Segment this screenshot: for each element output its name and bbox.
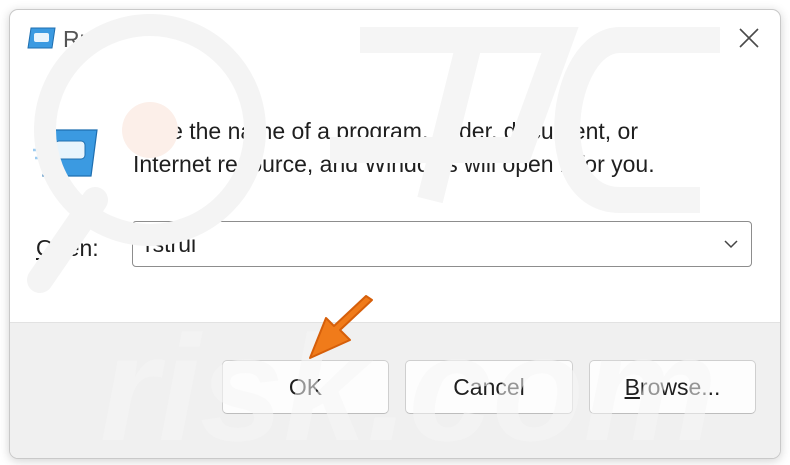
run-app-icon [33, 129, 98, 177]
open-label-text: pen: [53, 235, 99, 261]
instruction-line-1: Type the name of a program, folder, docu… [133, 118, 639, 144]
button-bar: OK Cancel Browse... [10, 322, 780, 458]
close-icon [739, 28, 759, 48]
chevron-down-icon [724, 240, 738, 249]
instruction-text: Type the name of a program, folder, docu… [133, 115, 763, 181]
open-input[interactable] [145, 230, 705, 258]
open-label-accelerator: O [36, 235, 54, 261]
run-dialog: Run Type the name of a program, folder, … [9, 9, 781, 459]
ok-button[interactable]: OK [222, 360, 389, 414]
open-label: Open: [36, 234, 99, 262]
title-bar: Run [10, 10, 780, 68]
browse-label-text: rowse... [639, 373, 721, 400]
cancel-button[interactable]: Cancel [405, 360, 573, 414]
close-button[interactable] [718, 10, 780, 66]
screenshot-frame: Run Type the name of a program, folder, … [0, 0, 790, 465]
browse-button[interactable]: Browse... [589, 360, 756, 414]
dropdown-button[interactable] [717, 230, 745, 258]
open-combobox[interactable] [132, 221, 752, 267]
instruction-line-2: Internet resource, and Windows will open… [133, 151, 655, 177]
browse-accelerator: B [624, 373, 640, 400]
run-app-icon [27, 27, 56, 49]
window-title: Run [63, 26, 106, 52]
dialog-content: Type the name of a program, folder, docu… [10, 68, 780, 318]
